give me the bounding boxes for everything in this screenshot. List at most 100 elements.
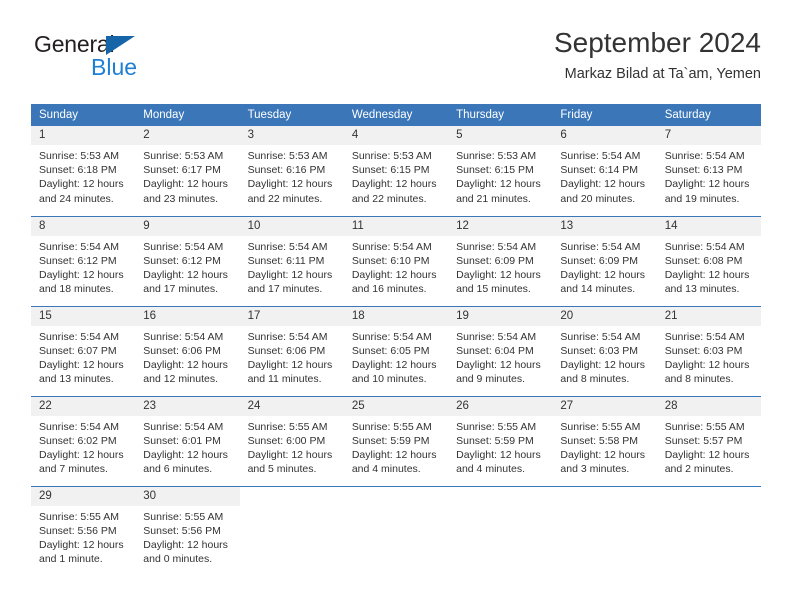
day-details: Sunrise: 5:54 AM Sunset: 6:06 PM Daylight:… — [135, 326, 239, 387]
day-number: 21 — [656, 306, 761, 326]
day-details: Sunrise: 5:54 AM Sunset: 6:11 PM Daylight:… — [240, 236, 344, 297]
calendar-day-cell[interactable]: 10 Sunrise: 5:54 AM Sunset: 6:11 PM Dayligh… — [239, 215, 344, 306]
calendar-day-cell[interactable]: 11 Sunrise: 5:54 AM Sunset: 6:10 PM Dayligh… — [343, 215, 449, 306]
day-number: 6 — [552, 126, 657, 145]
daylight-text-line1: Daylight: 12 hours — [247, 268, 333, 281]
calendar-day-cell[interactable]: 24 Sunrise: 5:55 AM Sunset: 6:00 PM Dayligh… — [239, 395, 344, 486]
calendar-day-cell[interactable]: 27 Sunrise: 5:55 AM Sunset: 5:58 PM Dayligh… — [552, 395, 657, 486]
sunset-text: Sunset: 5:56 PM — [39, 524, 117, 537]
calendar-empty-cell — [552, 485, 657, 576]
calendar-empty-cell — [343, 485, 449, 576]
daylight-text-line2: and 8 minutes. — [560, 373, 630, 386]
calendar-day-cell[interactable]: 15 Sunrise: 5:54 AM Sunset: 6:07 PM Dayligh… — [31, 305, 136, 396]
sunrise-text: Sunrise: 5:53 AM — [456, 150, 537, 162]
calendar-day-cell[interactable]: 30 Sunrise: 5:55 AM Sunset: 5:56 PM Dayligh… — [135, 485, 240, 576]
calendar-day-cell[interactable]: 9 Sunrise: 5:54 AM Sunset: 6:12 PM Daylight… — [135, 215, 240, 306]
calendar-day-cell[interactable]: 14 Sunrise: 5:54 AM Sunset: 6:08 PM Dayligh… — [656, 215, 761, 306]
weekday-header-friday: Friday — [552, 104, 657, 126]
weekday-header-monday: Monday — [135, 104, 240, 126]
daylight-text-line1: Daylight: 12 hours — [664, 448, 750, 461]
calendar-day-cell[interactable]: 6 Sunrise: 5:54 AM Sunset: 6:14 PM Daylight… — [552, 126, 657, 216]
day-details: Sunrise: 5:54 AM Sunset: 6:12 PM Daylight:… — [135, 236, 239, 297]
sunrise-text: Sunrise: 5:53 AM — [143, 150, 224, 162]
calendar-day-cell[interactable]: 8 Sunrise: 5:54 AM Sunset: 6:12 PM Daylight… — [31, 215, 136, 306]
daylight-text-line2: and 9 minutes. — [456, 373, 526, 386]
calendar-header-row: Sunday Monday Tuesday Wednesday Thursday… — [31, 104, 761, 126]
calendar-day-cell[interactable]: 19 Sunrise: 5:54 AM Sunset: 6:04 PM Dayligh… — [448, 305, 553, 396]
daylight-text-line2: and 12 minutes. — [143, 373, 218, 386]
day-details: Sunrise: 5:54 AM Sunset: 6:14 PM Daylight:… — [552, 145, 656, 206]
calendar-day-cell[interactable]: 3 Sunrise: 5:53 AM Sunset: 6:16 PM Daylight… — [239, 126, 344, 216]
sunset-text: Sunset: 5:56 PM — [143, 524, 221, 537]
daylight-text-line1: Daylight: 12 hours — [39, 268, 124, 281]
daylight-text-line1: Daylight: 12 hours — [456, 358, 541, 371]
calendar-week-row: 8 Sunrise: 5:54 AM Sunset: 6:12 PM Daylight… — [31, 215, 761, 306]
sunset-text: Sunset: 6:15 PM — [351, 164, 430, 177]
daylight-text-line1: Daylight: 12 hours — [39, 538, 124, 551]
sunset-text: Sunset: 6:09 PM — [456, 254, 534, 267]
sunset-text: Sunset: 6:17 PM — [143, 164, 221, 177]
daylight-text-line1: Daylight: 12 hours — [143, 358, 228, 371]
calendar-day-cell[interactable]: 23 Sunrise: 5:54 AM Sunset: 6:01 PM Dayligh… — [135, 395, 240, 486]
calendar-day-cell[interactable]: 18 Sunrise: 5:54 AM Sunset: 6:05 PM Dayligh… — [343, 305, 449, 396]
calendar-day-cell[interactable]: 1 Sunrise: 5:53 AM Sunset: 6:18 PM Daylight… — [31, 126, 136, 216]
calendar-day-cell[interactable]: 5 Sunrise: 5:53 AM Sunset: 6:15 PM Daylight… — [448, 126, 553, 216]
daylight-text-line1: Daylight: 12 hours — [143, 178, 228, 191]
calendar-day-cell[interactable]: 7 Sunrise: 5:54 AM Sunset: 6:13 PM Daylight… — [656, 126, 761, 216]
day-number: 3 — [239, 126, 344, 145]
sunset-text: Sunset: 6:10 PM — [351, 254, 430, 267]
sunset-text: Sunset: 6:15 PM — [456, 164, 534, 177]
daylight-text-line1: Daylight: 12 hours — [560, 268, 646, 281]
weekday-header-sunday: Sunday — [31, 104, 136, 126]
daylight-text-line2: and 6 minutes. — [143, 463, 213, 476]
sunrise-text: Sunrise: 5:55 AM — [560, 420, 641, 433]
daylight-text-line1: Daylight: 12 hours — [247, 178, 333, 191]
sunrise-text: Sunrise: 5:54 AM — [664, 240, 745, 253]
daylight-text-line1: Daylight: 12 hours — [456, 268, 541, 281]
daylight-text-line1: Daylight: 12 hours — [560, 358, 646, 371]
sunrise-text: Sunrise: 5:54 AM — [39, 420, 119, 433]
sunset-text: Sunset: 6:12 PM — [39, 254, 117, 267]
day-number: 8 — [31, 216, 136, 236]
daylight-text-line2: and 15 minutes. — [456, 283, 531, 296]
calendar-day-cell[interactable]: 21 Sunrise: 5:54 AM Sunset: 6:03 PM Dayligh… — [656, 305, 761, 396]
calendar-day-cell[interactable]: 26 Sunrise: 5:55 AM Sunset: 5:59 PM Dayligh… — [448, 395, 553, 486]
sunrise-text: Sunrise: 5:54 AM — [247, 330, 328, 343]
daylight-text-line2: and 4 minutes. — [456, 463, 526, 476]
day-number: 10 — [239, 216, 344, 236]
calendar-day-cell[interactable]: 12 Sunrise: 5:54 AM Sunset: 6:09 PM Dayligh… — [448, 215, 553, 306]
calendar-day-cell[interactable]: 25 Sunrise: 5:55 AM Sunset: 5:59 PM Dayligh… — [343, 395, 449, 486]
sunset-text: Sunset: 6:05 PM — [351, 344, 430, 357]
day-details: Sunrise: 5:54 AM Sunset: 6:07 PM Daylight:… — [31, 326, 135, 387]
daylight-text-line1: Daylight: 12 hours — [39, 448, 124, 461]
day-details: Sunrise: 5:55 AM Sunset: 5:57 PM Daylight:… — [657, 416, 761, 477]
sunrise-text: Sunrise: 5:55 AM — [39, 510, 119, 523]
weekday-header-thursday: Thursday — [448, 104, 553, 126]
calendar-day-cell[interactable]: 22 Sunrise: 5:54 AM Sunset: 6:02 PM Dayligh… — [31, 395, 136, 486]
daylight-text-line1: Daylight: 12 hours — [143, 268, 228, 281]
sunset-text: Sunset: 6:07 PM — [39, 344, 117, 357]
general-blue-logo: General Blue — [31, 32, 231, 88]
sunset-text: Sunset: 6:04 PM — [456, 344, 534, 357]
calendar-day-cell[interactable]: 17 Sunrise: 5:54 AM Sunset: 6:06 PM Dayligh… — [239, 305, 344, 396]
daylight-text-line2: and 17 minutes. — [143, 283, 218, 296]
sunset-text: Sunset: 5:59 PM — [351, 434, 430, 447]
day-number: 27 — [552, 396, 657, 416]
daylight-text-line1: Daylight: 12 hours — [456, 178, 541, 191]
calendar-body: 1 Sunrise: 5:53 AM Sunset: 6:18 PM Daylight… — [31, 126, 761, 576]
daylight-text-line1: Daylight: 12 hours — [351, 448, 437, 461]
day-details: Sunrise: 5:53 AM Sunset: 6:17 PM Daylight:… — [135, 145, 239, 206]
daylight-text-line1: Daylight: 12 hours — [664, 358, 750, 371]
calendar-day-cell[interactable]: 2 Sunrise: 5:53 AM Sunset: 6:17 PM Daylight… — [135, 126, 240, 216]
calendar-day-cell[interactable]: 4 Sunrise: 5:53 AM Sunset: 6:15 PM Daylight… — [343, 126, 449, 216]
calendar-day-cell[interactable]: 20 Sunrise: 5:54 AM Sunset: 6:03 PM Dayligh… — [552, 305, 657, 396]
calendar-day-cell[interactable]: 13 Sunrise: 5:54 AM Sunset: 6:09 PM Dayligh… — [552, 215, 657, 306]
day-number: 2 — [135, 126, 240, 145]
sunset-text: Sunset: 6:06 PM — [247, 344, 326, 357]
daylight-text-line2: and 22 minutes. — [351, 192, 427, 205]
sunrise-text: Sunrise: 5:55 AM — [456, 420, 537, 433]
calendar-day-cell[interactable]: 28 Sunrise: 5:55 AM Sunset: 5:57 PM Dayligh… — [656, 395, 761, 486]
calendar-day-cell[interactable]: 29 Sunrise: 5:55 AM Sunset: 5:56 PM Dayligh… — [31, 485, 136, 576]
calendar-day-cell[interactable]: 16 Sunrise: 5:54 AM Sunset: 6:06 PM Dayligh… — [135, 305, 240, 396]
daylight-text-line1: Daylight: 12 hours — [143, 538, 228, 551]
